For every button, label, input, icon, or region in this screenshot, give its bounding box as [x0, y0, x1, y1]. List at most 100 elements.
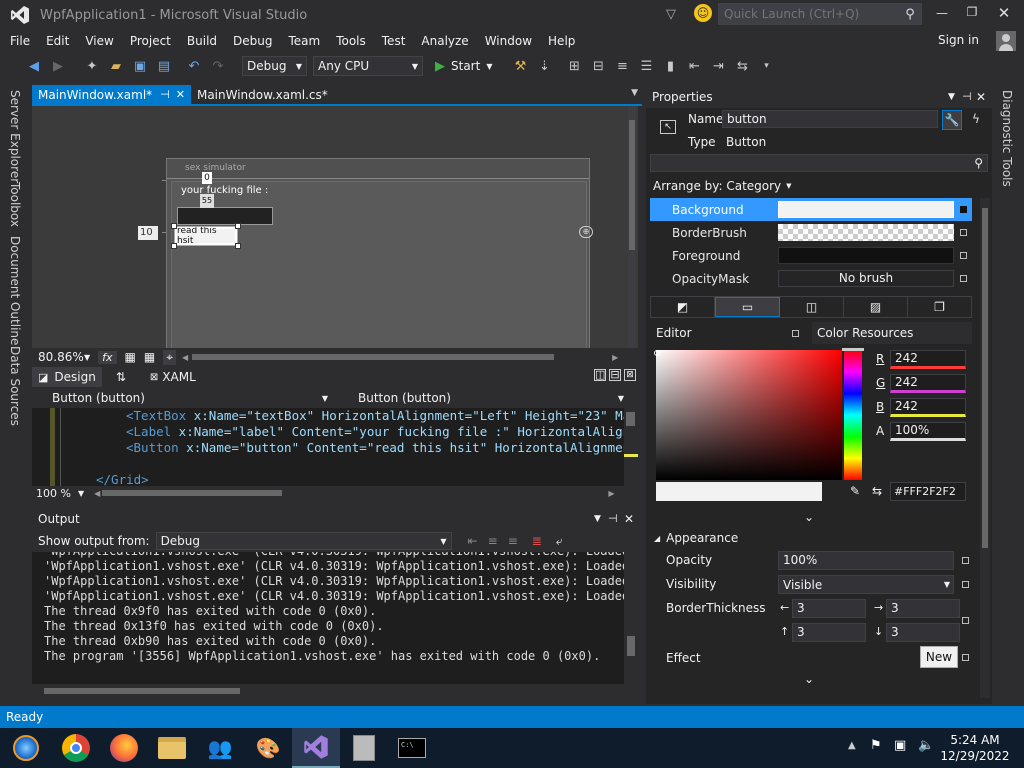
output-source-select[interactable]: Debug ▼: [155, 532, 452, 550]
pin-icon[interactable]: ⊣: [160, 85, 170, 105]
hue-slider-thumb[interactable]: [842, 348, 864, 351]
prev-message-icon[interactable]: ≡: [488, 534, 498, 548]
open-file-icon[interactable]: ▰: [106, 56, 126, 76]
comment-icon[interactable]: ≡: [612, 56, 632, 76]
undo-icon[interactable]: ↶: [184, 56, 204, 76]
properties-view-button[interactable]: 🔧: [942, 110, 962, 130]
solid-brush-tab[interactable]: ▭: [715, 297, 780, 317]
menu-tools[interactable]: Tools: [328, 30, 374, 52]
color-resources-tab[interactable]: Color Resources: [812, 322, 972, 344]
chevron-down-icon[interactable]: ▼: [78, 489, 84, 498]
menu-build[interactable]: Build: [179, 30, 225, 52]
start-debugging-button[interactable]: ▶ Start ▼: [431, 56, 496, 76]
feedback-smiley-icon[interactable]: ☺: [694, 4, 712, 22]
panel-options-icon[interactable]: ▼: [594, 508, 601, 530]
tab-mainwindow-xaml-cs[interactable]: MainWindow.xaml.cs*: [191, 85, 334, 105]
toolbox-tab[interactable]: Toolbox: [8, 178, 22, 231]
network-icon[interactable]: ▣: [894, 738, 906, 753]
snap-snaplines-icon[interactable]: ⌖: [163, 349, 176, 365]
xaml-tab[interactable]: ⊠ XAML: [150, 370, 196, 384]
eyedropper-icon[interactable]: ✎: [850, 484, 860, 498]
clear-bookmarks-icon[interactable]: ⇆: [732, 56, 752, 76]
layout-icon[interactable]: ⊞: [564, 56, 584, 76]
taskbar-chrome[interactable]: [52, 728, 100, 768]
element-name-input[interactable]: [722, 110, 938, 128]
output-text[interactable]: 'WpfApplication1.vshost.exe' (CLR v4.0.3…: [32, 552, 624, 684]
scroll-left-icon[interactable]: ◀: [94, 489, 100, 498]
tab-mainwindow-xaml[interactable]: MainWindow.xaml* ⊣ ✕: [32, 85, 191, 105]
menu-help[interactable]: Help: [540, 30, 583, 52]
color-editor-tab[interactable]: Editor: [656, 326, 692, 340]
redo-icon[interactable]: ↷: [208, 56, 228, 76]
xaml-code-editor[interactable]: <TextBox x:Name="textBox" HorizontalAlig…: [32, 408, 638, 486]
resize-handle[interactable]: [171, 223, 177, 229]
editor-toggle-icon[interactable]: [792, 330, 799, 337]
properties-scrollbar[interactable]: [980, 198, 990, 698]
arrange-by-dropdown[interactable]: Arrange by: Category ▼: [653, 178, 792, 194]
navigate-forward-icon[interactable]: ▶: [48, 56, 68, 76]
menu-debug[interactable]: Debug: [225, 30, 280, 52]
property-search-box[interactable]: ⚲: [650, 154, 988, 172]
scroll-left-icon[interactable]: ◀: [182, 353, 188, 362]
word-wrap-icon[interactable]: ⤶: [556, 534, 563, 549]
designer-horizontal-scrollbar[interactable]: [192, 354, 555, 360]
grid-toggle-icon[interactable]: ▦: [125, 350, 136, 364]
pin-icon[interactable]: ⊣: [962, 86, 972, 108]
brush-row-opacitymask[interactable]: OpacityMask No brush: [650, 267, 972, 290]
opacitymask-value[interactable]: No brush: [778, 270, 954, 287]
start-button[interactable]: [0, 728, 52, 768]
xaml-element-combo-left[interactable]: Button (button) ▼: [32, 389, 332, 407]
uncomment-icon[interactable]: ☰: [636, 56, 656, 76]
step-icon[interactable]: ⇣: [534, 56, 554, 76]
color-field[interactable]: [656, 350, 842, 480]
grid-rail-handle-icon[interactable]: ⊕: [579, 226, 593, 238]
brush-row-foreground[interactable]: Foreground: [650, 244, 972, 267]
output-vertical-scrollbar[interactable]: [624, 552, 638, 684]
swap-panes-icon[interactable]: ⇅: [116, 370, 126, 384]
visibility-select[interactable]: Visible ▼: [778, 575, 954, 594]
menu-file[interactable]: File: [2, 30, 38, 52]
taskbar-people[interactable]: 👥: [196, 728, 244, 768]
find-in-files-icon[interactable]: ⚒: [510, 56, 530, 76]
account-avatar-icon[interactable]: [996, 31, 1016, 51]
diagnostic-tools-tab[interactable]: Diagnostic Tools: [1000, 86, 1014, 191]
save-icon[interactable]: ▣: [130, 56, 150, 76]
taskbar-cmd[interactable]: C:\: [388, 728, 436, 768]
restore-button[interactable]: ❐: [962, 5, 982, 23]
resize-handle[interactable]: [235, 223, 241, 229]
sign-in-link[interactable]: Sign in: [938, 33, 979, 47]
taskbar-installer[interactable]: [340, 728, 388, 768]
show-hidden-icons[interactable]: ▲: [848, 740, 856, 751]
gradient-brush-tab[interactable]: ◫: [780, 297, 844, 317]
horizontal-split-icon[interactable]: ⊟: [609, 369, 621, 381]
blue-input[interactable]: 242: [890, 398, 966, 417]
menu-test[interactable]: Test: [374, 30, 414, 52]
design-tab[interactable]: ◪ Design: [32, 367, 102, 387]
designer-vertical-scrollbar[interactable]: [628, 106, 636, 348]
effects-toggle-icon[interactable]: fx: [98, 350, 117, 364]
brush-resources-tab[interactable]: ❐: [908, 297, 971, 317]
action-center-flag-icon[interactable]: ⚑: [870, 738, 882, 753]
bookmark-icon[interactable]: ▮: [660, 56, 680, 76]
foreground-swatch[interactable]: [778, 247, 954, 264]
designed-window[interactable]: sex simulator your fucking file : read t…: [166, 158, 590, 348]
system-clock[interactable]: 5:24 AM 12/29/2022: [940, 732, 1010, 764]
xaml-designer-surface[interactable]: sex simulator your fucking file : read t…: [32, 106, 638, 348]
brush-row-background[interactable]: Background: [650, 198, 972, 221]
next-message-icon[interactable]: ≡: [508, 534, 518, 548]
next-bookmark-icon[interactable]: ⇥: [708, 56, 728, 76]
code-horizontal-scrollbar[interactable]: [102, 490, 283, 496]
find-message-icon[interactable]: ⇤: [468, 534, 478, 548]
quick-launch-input[interactable]: [719, 7, 899, 21]
scroll-right-icon[interactable]: ▶: [612, 353, 618, 362]
snap-gridlines-icon[interactable]: ▦: [144, 350, 155, 364]
close-icon[interactable]: ✕: [976, 86, 986, 108]
menu-view[interactable]: View: [77, 30, 121, 52]
document-outline-tab[interactable]: Document Outline: [8, 232, 22, 349]
alpha-input[interactable]: 100%: [890, 422, 966, 441]
menu-edit[interactable]: Edit: [38, 30, 77, 52]
menu-team[interactable]: Team: [280, 30, 328, 52]
border-right-input[interactable]: 3: [886, 599, 960, 618]
advanced-options-icon[interactable]: [960, 252, 967, 259]
clear-all-icon[interactable]: ≣: [532, 534, 542, 548]
